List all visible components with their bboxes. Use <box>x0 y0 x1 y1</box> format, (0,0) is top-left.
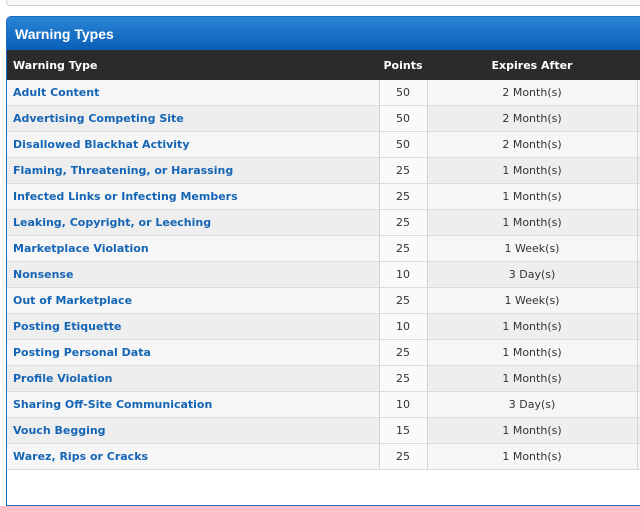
column-header-warning-type: Warning Type <box>7 50 379 80</box>
points-cell: 25 <box>379 443 428 470</box>
table-row: Warez, Rips or Cracks 25 1 Month(s) <box>7 443 640 470</box>
warning-types-panel: Warning Types Warning Type Points Expire… <box>6 16 640 506</box>
table-row: Posting Personal Data 25 1 Month(s) <box>7 339 640 366</box>
expires-after-cell: 1 Month(s) <box>427 183 638 210</box>
expires-after-cell: 1 Month(s) <box>427 313 638 340</box>
points-cell: 10 <box>379 391 428 418</box>
warning-type-cell: Adult Content <box>7 80 380 106</box>
panel-title: Warning Types <box>15 25 114 42</box>
table-row: Vouch Begging 15 1 Month(s) <box>7 417 640 444</box>
table-row: Marketplace Violation 25 1 Week(s) <box>7 235 640 262</box>
expires-after-cell: 3 Day(s) <box>427 261 638 288</box>
warning-type-link[interactable]: Leaking, Copyright, or Leeching <box>13 216 211 229</box>
table-row: Advertising Competing Site 50 2 Month(s) <box>7 105 640 132</box>
table-row: Posting Etiquette 10 1 Month(s) <box>7 313 640 340</box>
warning-type-cell: Disallowed Blackhat Activity <box>7 131 380 158</box>
points-cell: 25 <box>379 157 428 184</box>
warning-type-cell: Posting Etiquette <box>7 313 380 340</box>
warning-type-link[interactable]: Adult Content <box>13 86 99 99</box>
points-cell: 50 <box>379 105 428 132</box>
warning-type-cell: Out of Marketplace <box>7 287 380 314</box>
warning-type-cell: Profile Violation <box>7 365 380 392</box>
warning-type-link[interactable]: Warez, Rips or Cracks <box>13 450 148 463</box>
warning-type-cell: Flaming, Threatening, or Harassing <box>7 157 380 184</box>
expires-after-cell: 1 Month(s) <box>427 417 638 444</box>
points-cell: 25 <box>379 209 428 236</box>
warning-type-link[interactable]: Profile Violation <box>13 372 113 385</box>
expires-after-cell: 1 Month(s) <box>427 157 638 184</box>
warning-type-cell: Leaking, Copyright, or Leeching <box>7 209 380 236</box>
warning-type-cell: Posting Personal Data <box>7 339 380 366</box>
points-cell: 25 <box>379 183 428 210</box>
warning-type-link[interactable]: Out of Marketplace <box>13 294 132 307</box>
table-row: Flaming, Threatening, or Harassing 25 1 Mo… <box>7 157 640 184</box>
warning-type-link[interactable]: Infected Links or Infecting Members <box>13 190 238 203</box>
warning-type-link[interactable]: Disallowed Blackhat Activity <box>13 138 189 151</box>
points-cell: 10 <box>379 261 428 288</box>
points-cell: 25 <box>379 287 428 314</box>
points-cell: 50 <box>379 131 428 158</box>
points-cell: 25 <box>379 339 428 366</box>
warning-type-link[interactable]: Advertising Competing Site <box>13 112 184 125</box>
column-header-points: Points <box>379 50 427 80</box>
warning-type-link[interactable]: Marketplace Violation <box>13 242 149 255</box>
previous-panel-edge <box>0 0 640 7</box>
table-row: Out of Marketplace 25 1 Week(s) <box>7 287 640 314</box>
warning-type-link[interactable]: Flaming, Threatening, or Harassing <box>13 164 233 177</box>
previous-panel-bottom <box>6 0 640 6</box>
table-row: Sharing Off-Site Communication 10 3 Day(s) <box>7 391 640 418</box>
table-row: Disallowed Blackhat Activity 50 2 Month(s) <box>7 131 640 158</box>
points-cell: 15 <box>379 417 428 444</box>
warning-type-cell: Nonsense <box>7 261 380 288</box>
table-body: Adult Content 50 2 Month(s) Advertising Com… <box>7 80 640 470</box>
table-header-row: Warning Type Points Expires After <box>7 50 640 80</box>
expires-after-cell: 2 Month(s) <box>427 131 638 158</box>
warning-type-cell: Advertising Competing Site <box>7 105 380 132</box>
expires-after-cell: 2 Month(s) <box>427 105 638 132</box>
table-row: Infected Links or Infecting Members 25 1 M… <box>7 183 640 210</box>
warning-type-link[interactable]: Posting Etiquette <box>13 320 121 333</box>
warning-type-link[interactable]: Nonsense <box>13 268 73 281</box>
column-header-expires-after: Expires After <box>427 50 637 80</box>
table-row: Leaking, Copyright, or Leeching 25 1 Month… <box>7 209 640 236</box>
warning-type-link[interactable]: Posting Personal Data <box>13 346 151 359</box>
table-row: Profile Violation 25 1 Month(s) <box>7 365 640 392</box>
expires-after-cell: 1 Week(s) <box>427 287 638 314</box>
warning-type-link[interactable]: Vouch Begging <box>13 424 106 437</box>
points-cell: 50 <box>379 80 428 106</box>
points-cell: 10 <box>379 313 428 340</box>
warning-type-cell: Warez, Rips or Cracks <box>7 443 380 470</box>
points-cell: 25 <box>379 365 428 392</box>
warning-type-cell: Infected Links or Infecting Members <box>7 183 380 210</box>
expires-after-cell: 1 Week(s) <box>427 235 638 262</box>
panel-header: Warning Types <box>7 17 640 50</box>
expires-after-cell: 1 Month(s) <box>427 209 638 236</box>
warning-type-link[interactable]: Sharing Off-Site Communication <box>13 398 212 411</box>
expires-after-cell: 1 Month(s) <box>427 443 638 470</box>
expires-after-cell: 2 Month(s) <box>427 80 638 106</box>
points-cell: 25 <box>379 235 428 262</box>
table-row: Adult Content 50 2 Month(s) <box>7 80 640 106</box>
warning-type-cell: Sharing Off-Site Communication <box>7 391 380 418</box>
warning-types-table: Warning Type Points Expires After Adult … <box>7 50 640 470</box>
warning-type-cell: Vouch Begging <box>7 417 380 444</box>
warning-type-cell: Marketplace Violation <box>7 235 380 262</box>
expires-after-cell: 3 Day(s) <box>427 391 638 418</box>
table-row: Nonsense 10 3 Day(s) <box>7 261 640 288</box>
expires-after-cell: 1 Month(s) <box>427 365 638 392</box>
expires-after-cell: 1 Month(s) <box>427 339 638 366</box>
